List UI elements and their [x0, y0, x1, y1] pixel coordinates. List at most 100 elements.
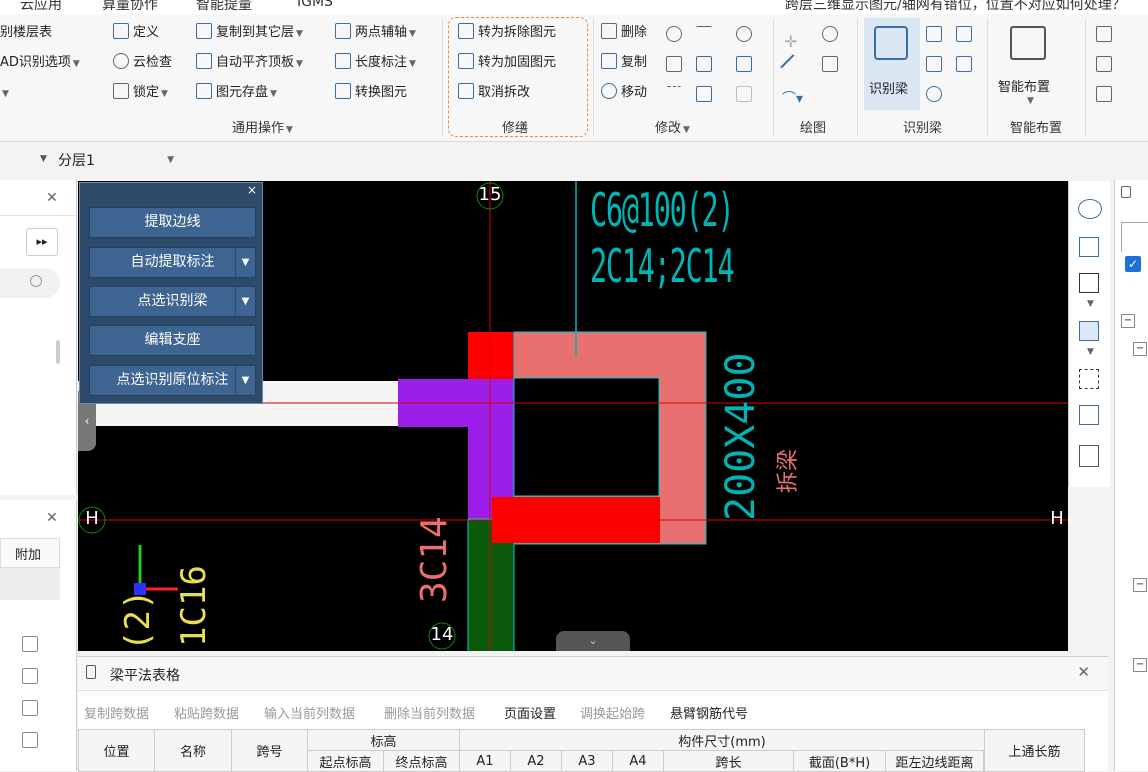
ribbon-convert[interactable]: 转换图元: [335, 82, 407, 104]
chevron-down-icon[interactable]: ▼: [1087, 299, 1094, 309]
group-modify[interactable]: 修改 ▼: [655, 117, 690, 136]
display-settings-icon[interactable]: [1079, 445, 1099, 467]
properties-tab[interactable]: [1121, 222, 1148, 252]
header-member-size[interactable]: 构件尺寸(mm): [459, 729, 985, 751]
identify-beam-button[interactable]: 识别梁: [864, 18, 920, 110]
notice-text[interactable]: 跨层三维显示图元/轴网有错位，位置不对应如何处理？: [785, 0, 1126, 14]
input-column-data-button[interactable]: 输入当前列数据: [264, 703, 355, 722]
header-a3[interactable]: A3: [561, 750, 613, 772]
zoom-extents-icon[interactable]: [1079, 369, 1099, 389]
table-icon[interactable]: [956, 26, 972, 42]
row-checkbox[interactable]: [22, 700, 38, 716]
ribbon-copy-to-layer[interactable]: 复制到其它层 ▼: [196, 22, 303, 44]
cantilever-rebar-code-button[interactable]: 悬臂钢筋代号: [670, 703, 748, 722]
collapse-tree-icon[interactable]: −: [1133, 658, 1147, 672]
search-icon[interactable]: [30, 275, 42, 287]
menu-collab[interactable]: 算量协作: [102, 0, 158, 14]
header-top-rebar[interactable]: 上通长筋: [984, 729, 1085, 772]
copy-span-data-button[interactable]: 复制跨数据: [84, 703, 149, 722]
rotate-icon[interactable]: [666, 26, 682, 42]
collapse-bottom-handle[interactable]: ⌄: [556, 631, 630, 651]
collapse-tree-icon[interactable]: −: [1121, 314, 1135, 328]
ribbon-length-dim[interactable]: 长度标注 ▼: [335, 52, 416, 74]
chevron-down-icon[interactable]: ▼: [1087, 347, 1094, 357]
close-icon[interactable]: ✕: [46, 190, 58, 206]
row-checkbox[interactable]: [22, 636, 38, 652]
extract-edges-button[interactable]: 提取边线: [89, 207, 256, 238]
in-place-label-icon[interactable]: [926, 56, 942, 72]
header-a1[interactable]: A1: [459, 750, 511, 772]
orbit-icon[interactable]: [1078, 199, 1102, 219]
header-dist-edge[interactable]: 距左边线距离: [885, 750, 984, 772]
ribbon-to-demolish[interactable]: 转为拆除图元: [458, 22, 556, 44]
collapse-tree-icon[interactable]: −: [1133, 578, 1147, 592]
point-identify-beam-button[interactable]: 点选识别梁 ▼: [89, 286, 256, 317]
ribbon-save-elements[interactable]: 图元存盘 ▼: [196, 82, 277, 104]
header-a2[interactable]: A2: [510, 750, 562, 772]
point-icon[interactable]: ✛: [784, 32, 797, 51]
check-beam-icon[interactable]: [926, 86, 942, 102]
ribbon-cad-options[interactable]: AD识别选项 ▼: [0, 52, 80, 74]
close-icon[interactable]: ✕: [1077, 663, 1090, 681]
ribbon-floor-table[interactable]: 别楼层表: [0, 22, 52, 44]
mirror-icon[interactable]: [666, 56, 682, 72]
cube-icon[interactable]: [1079, 273, 1099, 293]
tool-icon-c[interactable]: [1096, 86, 1112, 102]
array-icon[interactable]: [696, 86, 712, 102]
menu-igms[interactable]: IGMS: [297, 0, 333, 10]
swap-start-span-button[interactable]: 调换起始跨: [580, 703, 645, 722]
stretch-icon[interactable]: [736, 86, 752, 102]
edit-support-button[interactable]: 编辑支座: [89, 325, 256, 356]
collapse-tree-icon[interactable]: −: [1133, 342, 1147, 356]
close-icon[interactable]: ×: [247, 183, 257, 197]
header-span-no[interactable]: 跨号: [231, 729, 308, 772]
ribbon-two-point-axis[interactable]: 两点辅轴 ▼: [335, 22, 416, 44]
header-position[interactable]: 位置: [78, 729, 155, 772]
pin-icon[interactable]: [86, 665, 96, 679]
chevron-down-icon[interactable]: ▼: [40, 154, 47, 164]
chevron-down-icon[interactable]: ▼: [0, 82, 9, 104]
smart-layout-button[interactable]: 智能布置 ▼: [994, 18, 1066, 110]
break-icon[interactable]: [736, 56, 752, 72]
view-3d-icon[interactable]: [1079, 237, 1099, 257]
row-checkbox[interactable]: [22, 668, 38, 684]
chevron-down-icon[interactable]: ▼: [235, 248, 255, 277]
ribbon-move[interactable]: 移动: [601, 82, 647, 104]
close-icon[interactable]: ✕: [46, 510, 58, 526]
expand-button[interactable]: ▸▸: [26, 228, 58, 256]
scrollbar[interactable]: [56, 340, 60, 364]
point-identify-inplace-button[interactable]: 点选识别原位标注 ▼: [89, 365, 256, 396]
ribbon-copy[interactable]: 复制: [601, 52, 647, 74]
chevron-down-icon[interactable]: ▼: [235, 366, 255, 395]
edit-support-icon[interactable]: [926, 26, 942, 42]
rectangle-icon[interactable]: [822, 56, 838, 72]
header-start-elev[interactable]: 起点标高: [307, 750, 384, 772]
menu-smart-extract[interactable]: 智能提量: [196, 0, 252, 14]
circle-icon[interactable]: [822, 26, 838, 42]
ribbon-lock[interactable]: 锁定 ▼: [113, 82, 168, 104]
group-general[interactable]: 通用操作 ▼: [232, 117, 293, 136]
tool-icon-b[interactable]: [1096, 56, 1112, 72]
layer-select[interactable]: 分层1 ▼: [58, 150, 176, 172]
paste-span-data-button[interactable]: 粘贴跨数据: [174, 703, 239, 722]
row-checkbox[interactable]: [22, 732, 38, 748]
box-select-icon[interactable]: [1079, 405, 1099, 425]
header-end-elev[interactable]: 终点标高: [383, 750, 460, 772]
offset-icon[interactable]: [736, 26, 752, 42]
extend-icon[interactable]: [666, 86, 682, 102]
ribbon-delete[interactable]: 删除: [601, 22, 647, 44]
tool-icon-a[interactable]: [1096, 26, 1112, 42]
page-setup-button[interactable]: 页面设置: [504, 703, 556, 722]
pin-icon[interactable]: [1121, 186, 1131, 198]
header-elevation[interactable]: 标高: [307, 729, 460, 751]
auto-extract-labels-button[interactable]: 自动提取标注 ▼: [89, 247, 256, 278]
header-name[interactable]: 名称: [154, 729, 232, 772]
ribbon-define[interactable]: 定义: [113, 22, 159, 44]
flag-icon[interactable]: [956, 56, 972, 72]
header-section[interactable]: 截面(B*H): [793, 750, 886, 772]
ribbon-auto-align[interactable]: 自动平齐顶板 ▼: [196, 52, 303, 74]
arc-icon[interactable]: ⌒▾: [782, 88, 803, 108]
line-icon[interactable]: [780, 54, 806, 80]
ribbon-to-reinforce[interactable]: 转为加固图元: [458, 52, 556, 74]
chevron-down-icon[interactable]: ▼: [235, 287, 255, 316]
